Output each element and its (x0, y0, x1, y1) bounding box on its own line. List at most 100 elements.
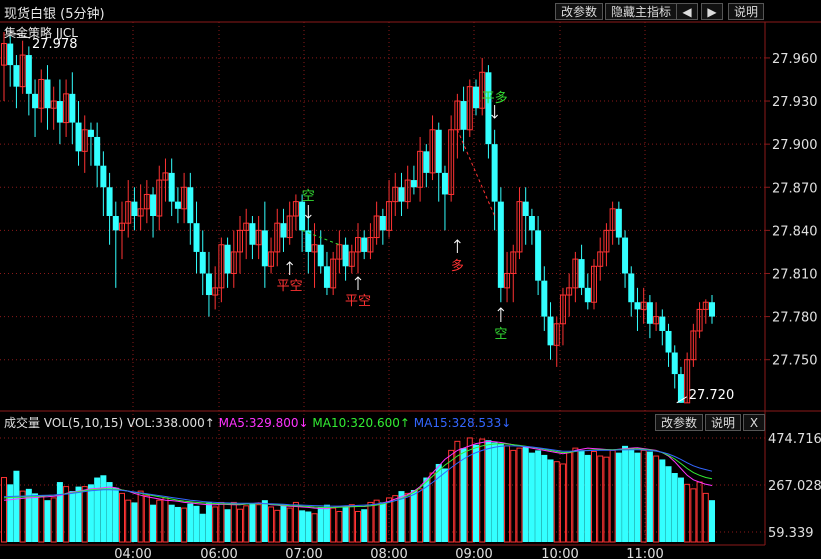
volume-bar (417, 488, 424, 543)
candle-body (7, 43, 14, 66)
volume-bar (311, 513, 318, 543)
candle-body (249, 223, 256, 245)
volume-bar (622, 445, 629, 542)
volume-params-button[interactable]: 改参数 (655, 414, 704, 431)
candle-body (485, 72, 492, 145)
candle-body (361, 237, 368, 252)
candle-body (112, 216, 119, 231)
candle-body (671, 352, 678, 375)
volume-bar (646, 451, 653, 542)
volume-bar (553, 461, 560, 543)
candle-body (379, 216, 386, 231)
volume-bar (615, 452, 622, 542)
volume-bar (292, 501, 299, 543)
volume-bar (7, 484, 14, 542)
volume-bar (386, 497, 393, 543)
volume-bar (559, 463, 566, 543)
signal-label: 平多 (482, 90, 508, 106)
price-tick-label: 27.900 (772, 138, 818, 153)
volume-bar (659, 459, 666, 542)
volume-bar (94, 477, 101, 542)
volume-bar (143, 495, 150, 543)
volume-bar (578, 450, 585, 542)
volume-bar (162, 497, 169, 543)
volume-bar (69, 491, 76, 542)
price-chart[interactable]: 27.97827.720空平空平空多平多空 27.96027.93027.900… (0, 0, 821, 559)
signal-label: 平空 (345, 294, 371, 309)
volume-bar (597, 455, 604, 543)
price-tick-label: 27.930 (772, 95, 818, 110)
volume-bar (367, 501, 374, 543)
candle-body (32, 93, 39, 109)
candle-body (261, 230, 268, 267)
volume-bar (187, 503, 194, 542)
volume-bar (268, 506, 275, 543)
volume-close-icon[interactable]: X (743, 414, 765, 431)
candle-body (410, 180, 417, 188)
volume-bar (280, 504, 287, 542)
volume-bar (547, 459, 554, 542)
candle-body (528, 216, 535, 231)
volume-bar (230, 501, 237, 543)
volume-bar (684, 483, 691, 543)
volume-bar (112, 487, 119, 542)
volume-bar (448, 449, 455, 543)
volume-bar (404, 492, 411, 543)
candle-body (541, 280, 548, 317)
candle-body (473, 86, 479, 109)
candle-body (13, 65, 20, 87)
candle-body (75, 122, 82, 152)
candle-body (398, 187, 405, 202)
candle-body (168, 172, 175, 202)
candle-body (174, 201, 181, 209)
volume-bar (13, 470, 20, 542)
vol-params: VOL(5,10,15) (43, 416, 124, 430)
volume-bar (348, 504, 355, 543)
low-price-label: 27.720 (689, 388, 735, 403)
candle-body (522, 201, 529, 216)
candle-body (94, 136, 101, 166)
volume-bar (690, 488, 697, 543)
volume-bar (286, 507, 293, 543)
candle-body (665, 330, 672, 353)
volume-bar (150, 504, 157, 542)
volume-bar (181, 507, 188, 543)
candle-body (342, 244, 349, 267)
candle-body (423, 151, 430, 173)
volume-bar (491, 442, 498, 542)
volume-bar (32, 493, 39, 542)
volume-help-button[interactable]: 说明 (705, 414, 742, 431)
volume-bar (653, 455, 660, 543)
volume-bar (584, 454, 591, 542)
volume-bar (702, 492, 709, 543)
volume-bar (81, 486, 88, 543)
volume-bar (199, 513, 206, 542)
volume-bar (441, 468, 448, 542)
volume-bar (224, 509, 231, 542)
volume-bar (361, 509, 368, 542)
volume-bar (50, 497, 57, 543)
signal-label: 空 (494, 327, 507, 342)
candle-body (56, 101, 63, 123)
candle-body (659, 316, 666, 331)
candle-body (646, 302, 653, 324)
candle-body (224, 244, 231, 274)
volume-tick-label: 267.028 (768, 479, 821, 494)
candle-body (106, 187, 113, 216)
volume-bar (516, 447, 523, 543)
volume-bar (497, 443, 504, 542)
volume-bar (63, 486, 70, 543)
candle-body (100, 165, 107, 188)
volume-bar (634, 452, 641, 542)
candle-body (280, 223, 287, 238)
volume-bar (566, 452, 573, 543)
volume-bar (535, 450, 542, 542)
candle-body (441, 172, 448, 195)
candle-body (25, 55, 32, 94)
time-tick-label: 08:00 (370, 547, 407, 559)
volume-bar (572, 447, 579, 543)
volume-bar (522, 446, 529, 542)
time-tick-label: 10:00 (541, 547, 578, 559)
candle-body (87, 129, 94, 137)
candle-body (460, 101, 467, 130)
